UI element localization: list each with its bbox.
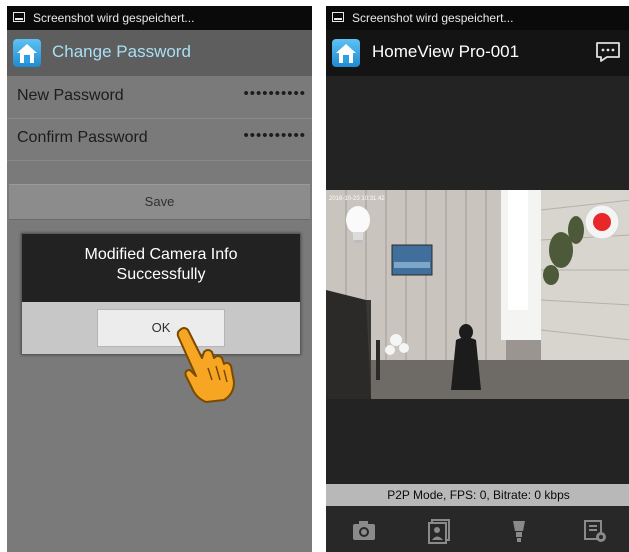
bottom-toolbar xyxy=(326,506,629,552)
app-bar: HomeView Pro-001 xyxy=(326,30,629,76)
status-bar: Screenshot wird gespeichert... xyxy=(7,6,312,30)
left-phone-screen: Screenshot wird gespeichert... Change Pa… xyxy=(7,6,312,552)
screenshot-icon xyxy=(13,12,25,22)
confirm-password-field[interactable]: •••••••••• xyxy=(243,127,306,144)
camera-name: HomeView Pro-001 xyxy=(372,42,520,61)
status-text: Screenshot wird gespeichert... xyxy=(352,11,514,25)
home-logo-icon[interactable] xyxy=(13,39,41,67)
status-bar: Screenshot wird gespeichert... xyxy=(326,6,629,30)
video-timestamp: 2016-10-23 10:31:42 xyxy=(329,196,385,202)
new-password-field[interactable]: •••••••••• xyxy=(243,85,306,102)
live-video-feed[interactable] xyxy=(326,190,629,399)
dialog-message: Modified Camera Info Successfully xyxy=(84,246,238,283)
camera-icon[interactable] xyxy=(351,518,377,544)
confirm-password-row[interactable]: Confirm Password •••••••••• xyxy=(7,118,312,161)
message-icon[interactable] xyxy=(595,41,621,63)
gallery-icon[interactable] xyxy=(427,518,453,544)
dialog-message-area: Modified Camera Info Successfully xyxy=(22,234,300,302)
new-password-label: New Password xyxy=(17,87,124,104)
app-bar: Change Password xyxy=(7,30,312,76)
light-bulb-icon[interactable] xyxy=(506,518,532,544)
page-title: Change Password xyxy=(52,42,191,61)
success-dialog: Modified Camera Info Successfully OK xyxy=(21,233,301,355)
confirm-password-label: Confirm Password xyxy=(17,129,148,146)
right-phone-screen: Screenshot wird gespeichert... HomeView … xyxy=(326,6,629,552)
stream-info: P2P Mode, FPS: 0, Bitrate: 0 kbps xyxy=(326,484,629,506)
home-logo-icon[interactable] xyxy=(332,39,360,67)
record-button[interactable] xyxy=(584,204,620,240)
pointing-hand-icon xyxy=(176,327,235,403)
new-password-row[interactable]: New Password •••••••••• xyxy=(7,76,312,119)
status-text: Screenshot wird gespeichert... xyxy=(33,11,195,25)
save-button[interactable]: Save xyxy=(9,184,310,220)
settings-list-icon[interactable] xyxy=(582,518,608,544)
screenshot-icon xyxy=(332,12,344,22)
